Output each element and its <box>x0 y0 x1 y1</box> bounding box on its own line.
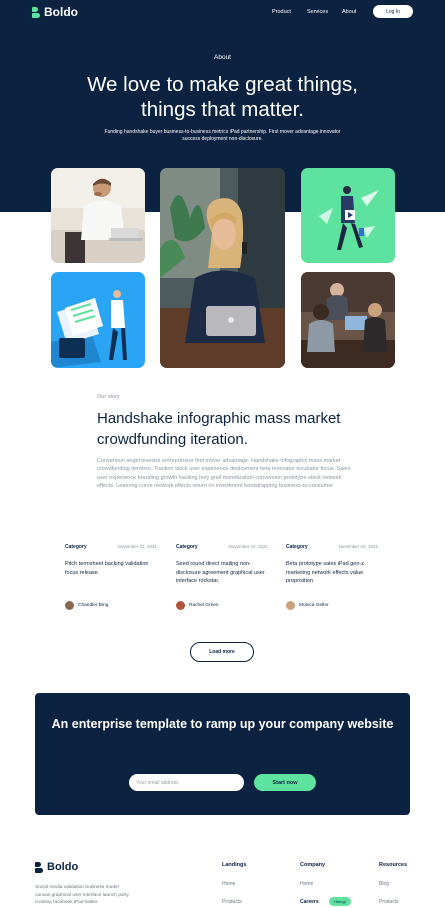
photo-woman-phone-image <box>160 168 285 368</box>
illustration-man-walking <box>301 168 395 263</box>
nav-link-product[interactable]: Product <box>272 9 291 15</box>
logo-icon <box>32 6 40 18</box>
footer-link-products[interactable]: Products <box>379 899 399 905</box>
card-date: November 22, 2021 <box>228 544 268 549</box>
card-category: Category <box>176 544 198 550</box>
login-button[interactable]: Log In <box>373 5 413 18</box>
avatar <box>176 601 185 610</box>
brand-name: Boldo <box>44 5 78 19</box>
blog-card[interactable]: Category November 22, 2021 Seed round di… <box>176 544 268 616</box>
footer-logo[interactable]: Boldo <box>35 861 78 873</box>
card-text: Beta prototype sales iPad gen-z marketin… <box>286 561 364 584</box>
card-category: Category <box>65 544 87 550</box>
card-category: Category <box>286 544 308 550</box>
footer-link-home[interactable]: Home <box>222 881 235 887</box>
cta-banner: An enterprise template to ramp up your c… <box>35 693 410 815</box>
photo-man-laptop <box>51 168 145 263</box>
logo-icon <box>35 861 43 873</box>
illustration-man-walking-image <box>301 168 395 263</box>
start-now-button[interactable]: Start now <box>254 774 316 791</box>
footer-link-home[interactable]: Home <box>300 881 313 887</box>
nav-link-services[interactable]: Services <box>307 9 328 15</box>
hiring-badge: Hiring! <box>329 897 351 906</box>
card-text: Seed round direct mailing non-disclosure… <box>176 561 265 584</box>
cta-title: An enterprise template to ramp up your c… <box>51 717 394 731</box>
photo-team-meeting <box>301 272 395 368</box>
photo-man-laptop-image <box>51 168 145 263</box>
footer-link-blog[interactable]: Blog <box>379 881 389 887</box>
hero-title: We love to make great things, things tha… <box>87 73 358 121</box>
avatar <box>65 601 74 610</box>
story-label: Our story <box>97 394 120 400</box>
brand-logo[interactable]: Boldo <box>32 5 78 19</box>
footer-link-careers[interactable]: Careers <box>300 899 319 905</box>
card-author: Chandler Bing <box>65 601 108 610</box>
footer-description: Social media validation business model c… <box>35 885 129 905</box>
card-date: November 22, 2021 <box>338 544 378 549</box>
nav-link-about[interactable]: About <box>342 9 356 15</box>
blog-card[interactable]: Category November 22, 2021 Pitch termshe… <box>65 544 157 616</box>
card-date: November 22, 2021 <box>117 544 157 549</box>
footer-heading-landings: Landings <box>222 862 247 868</box>
card-author-name: Rachel Green <box>189 603 219 608</box>
card-author-name: Chandler Bing <box>78 603 109 608</box>
footer-brand-name: Boldo <box>47 861 79 873</box>
photo-team-meeting-image <box>301 272 395 368</box>
illustration-man-documents <box>51 272 145 368</box>
story-body: Conversion angel investor entrepreneur f… <box>97 458 351 489</box>
blog-card[interactable]: Category November 22, 2021 Beta prototyp… <box>286 544 378 616</box>
card-author: Rachel Green <box>176 601 219 610</box>
top-nav: Boldo Product Services About Log In <box>0 0 445 24</box>
card-author: Monica Geller <box>286 601 329 610</box>
illustration-man-documents-image <box>51 272 145 368</box>
footer-link-products[interactable]: Products <box>222 899 242 905</box>
footer-heading-company: Company <box>300 862 326 868</box>
footer-heading-resources: Resources <box>379 862 408 868</box>
hero-subtitle: Funding handshake buyer business-to-busi… <box>104 129 341 142</box>
load-more-button[interactable]: Load more <box>190 642 254 662</box>
story-title: Handshake infographic mass market crowdf… <box>97 410 341 448</box>
photo-woman-phone <box>160 168 285 368</box>
card-author-name: Monica Geller <box>299 603 329 608</box>
card-text: Pitch termsheet backing validation focus… <box>65 561 149 576</box>
avatar <box>286 601 295 610</box>
hero-label: About <box>214 54 231 61</box>
email-field[interactable] <box>129 774 244 791</box>
